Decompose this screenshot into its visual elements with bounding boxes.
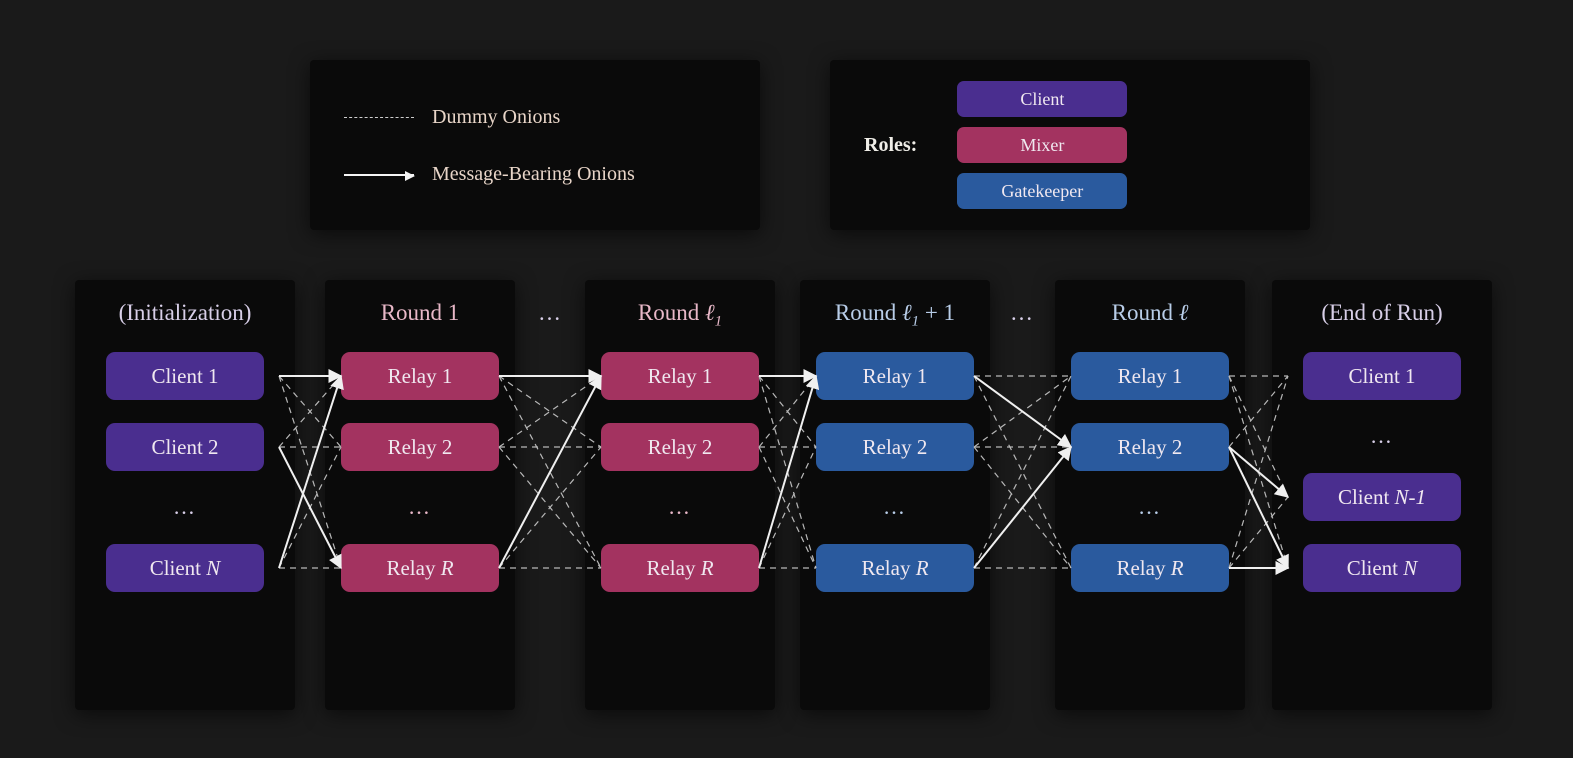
legend-dummy-label: Dummy Onions: [432, 106, 560, 129]
node-client-n: Client N: [1303, 544, 1461, 592]
stage-end-of-run: (End of Run) Client 1 … Client N-1 Clien…: [1272, 280, 1492, 710]
solid-arrow-icon: [344, 174, 414, 176]
roles-title: Roles:: [864, 134, 917, 157]
stage-round-l: Round ℓ Relay 1 Relay 2 … Relay R: [1055, 280, 1245, 710]
node-client-n: Client N: [106, 544, 264, 592]
node-relay-r: Relay R: [1071, 544, 1229, 592]
node-relay-1: Relay 1: [341, 352, 499, 400]
ellipsis: …: [800, 494, 990, 522]
ellipsis: …: [585, 494, 775, 522]
stage-round-l1-plus-1: Round ℓ1 + 1 Relay 1 Relay 2 … Relay R: [800, 280, 990, 710]
role-client: Client: [957, 81, 1127, 117]
stage-initialization: (Initialization) Client 1 Client 2 … Cli…: [75, 280, 295, 710]
node-relay-2: Relay 2: [816, 423, 974, 471]
node-client-2: Client 2: [106, 423, 264, 471]
ellipsis: …: [1055, 494, 1245, 522]
legend-row-dummy: Dummy Onions: [344, 106, 726, 129]
stage-title-init: (Initialization): [75, 300, 295, 330]
node-relay-r: Relay R: [816, 544, 974, 592]
legend-message-label: Message-Bearing Onions: [432, 163, 635, 186]
dashed-line-icon: [344, 117, 414, 118]
node-client-1: Client 1: [1303, 352, 1461, 400]
stage-round-1: Round 1 Relay 1 Relay 2 … Relay R: [325, 280, 515, 710]
stage-title-end: (End of Run): [1272, 300, 1492, 330]
legend-row-message: Message-Bearing Onions: [344, 163, 726, 186]
node-relay-2: Relay 2: [601, 423, 759, 471]
ellipsis: …: [1272, 423, 1492, 451]
roles-stack: Client Mixer Gatekeeper: [957, 81, 1127, 209]
node-relay-r: Relay R: [601, 544, 759, 592]
stage-title-roundl: Round ℓ: [1055, 300, 1245, 330]
stage-title-roundl1p1: Round ℓ1 + 1: [800, 300, 990, 330]
node-relay-1: Relay 1: [816, 352, 974, 400]
node-relay-2: Relay 2: [341, 423, 499, 471]
node-relay-1: Relay 1: [601, 352, 759, 400]
ellipsis: …: [325, 494, 515, 522]
legend-line-types: Dummy Onions Message-Bearing Onions: [310, 60, 760, 230]
node-client-1: Client 1: [106, 352, 264, 400]
stage-title-roundl1: Round ℓ1: [585, 300, 775, 330]
stage-round-l1: Round ℓ1 Relay 1 Relay 2 … Relay R: [585, 280, 775, 710]
node-relay-1: Relay 1: [1071, 352, 1229, 400]
node-client-nm1: Client N-1: [1303, 473, 1461, 521]
role-mixer: Mixer: [957, 127, 1127, 163]
ellipsis: …: [75, 494, 295, 522]
between-ellipsis-2: …: [1010, 300, 1035, 326]
role-gatekeeper: Gatekeeper: [957, 173, 1127, 209]
legend-roles: Roles: Client Mixer Gatekeeper: [830, 60, 1310, 230]
between-ellipsis-1: …: [538, 300, 563, 326]
node-relay-2: Relay 2: [1071, 423, 1229, 471]
stage-title-round1: Round 1: [325, 300, 515, 330]
node-relay-r: Relay R: [341, 544, 499, 592]
